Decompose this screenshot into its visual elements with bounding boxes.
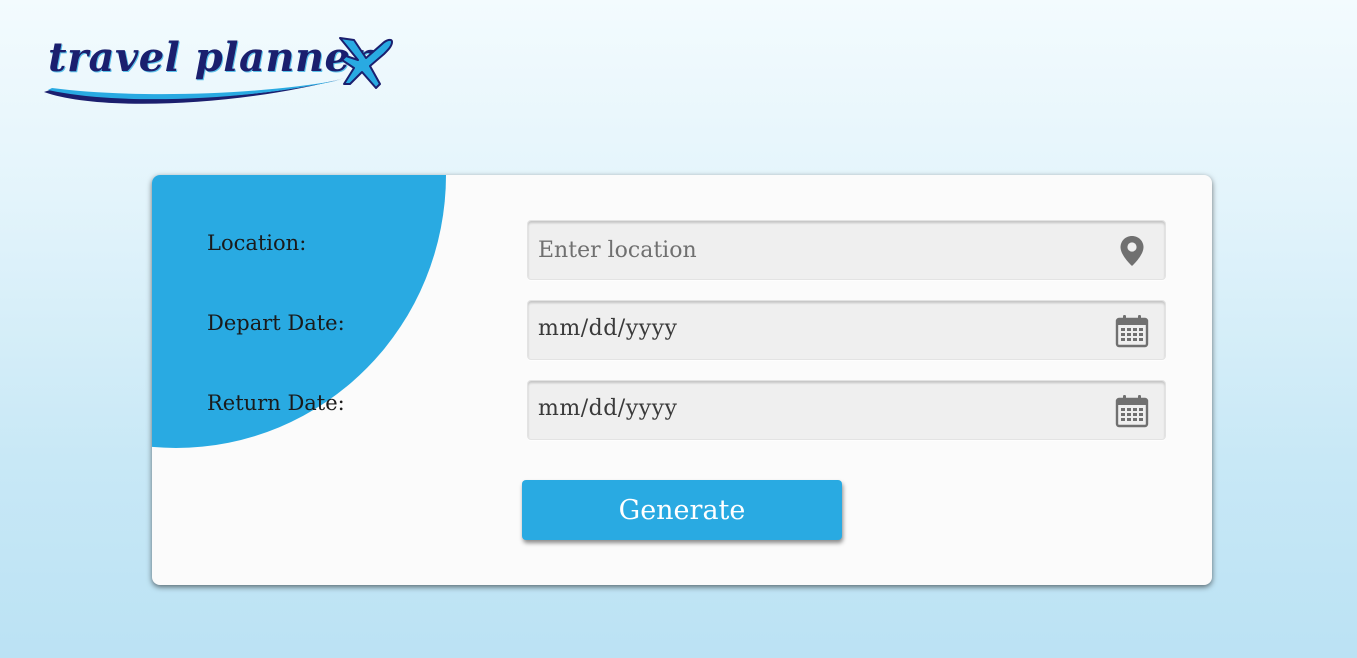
- location-input[interactable]: [538, 221, 1098, 279]
- calendar-icon[interactable]: [1115, 314, 1149, 348]
- airplane-icon: [339, 37, 393, 89]
- depart-date-input[interactable]: mm/dd/yyyy: [538, 316, 677, 341]
- location-label: Location:: [207, 231, 307, 255]
- depart-date-label: Depart Date:: [207, 311, 345, 335]
- app-logo: travel planner: [40, 34, 400, 114]
- return-date-input[interactable]: mm/dd/yyyy: [538, 396, 677, 421]
- return-date-label: Return Date:: [207, 391, 345, 415]
- depart-date-field[interactable]: mm/dd/yyyy: [527, 300, 1166, 360]
- logo-wordmark: travel planner: [48, 34, 373, 81]
- location-field[interactable]: [527, 220, 1166, 280]
- generate-button[interactable]: Generate: [522, 480, 842, 540]
- trip-form-card: Location: Depart Date: Return Date: mm/d…: [152, 175, 1212, 585]
- calendar-icon[interactable]: [1115, 394, 1149, 428]
- return-date-field[interactable]: mm/dd/yyyy: [527, 380, 1166, 440]
- map-pin-icon[interactable]: [1115, 234, 1149, 268]
